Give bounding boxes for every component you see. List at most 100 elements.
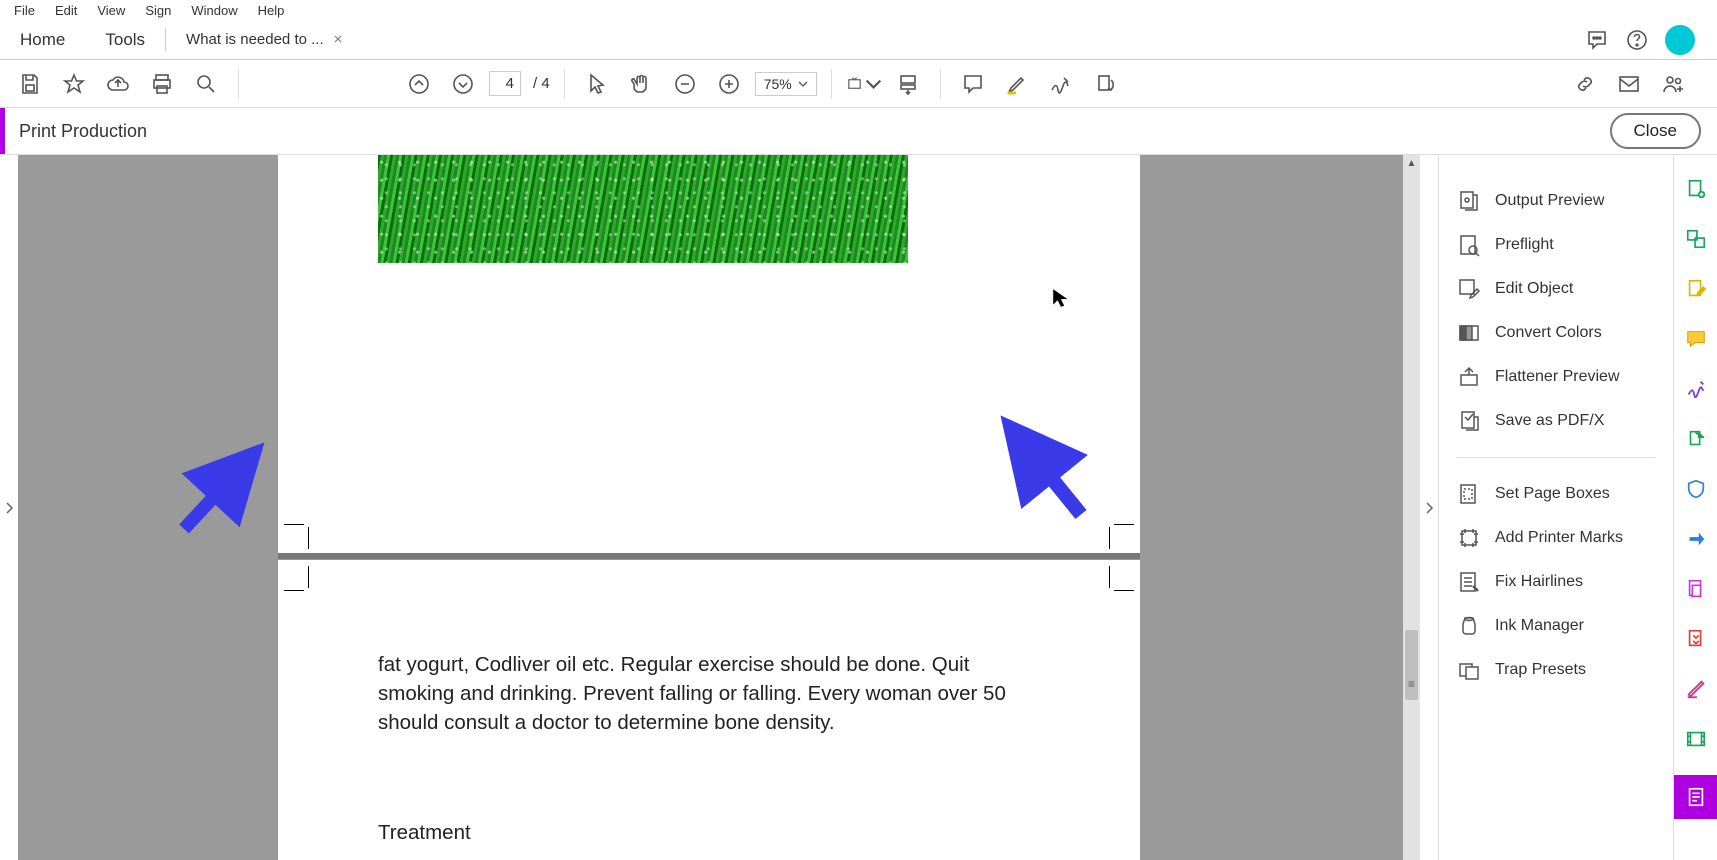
doc-paragraph-2: Different types of drugs are used in thi… bbox=[378, 856, 1030, 860]
panel-item-output-preview[interactable]: Output Preview bbox=[1439, 179, 1673, 223]
panel-item-convert-colors[interactable]: Convert Colors bbox=[1439, 311, 1673, 355]
menu-view[interactable]: View bbox=[89, 1, 133, 20]
vstrip-organize-icon[interactable] bbox=[1682, 575, 1710, 603]
vstrip-edit-pdf-icon[interactable] bbox=[1682, 275, 1710, 303]
notifications-icon[interactable] bbox=[1585, 28, 1609, 52]
sign-icon[interactable] bbox=[1043, 66, 1079, 102]
vstrip-create-pdf-icon[interactable] bbox=[1682, 175, 1710, 203]
user-avatar[interactable] bbox=[1665, 25, 1695, 55]
zoom-out-icon[interactable] bbox=[667, 66, 703, 102]
panel-item-fix-hairlines[interactable]: Fix Hairlines bbox=[1439, 560, 1673, 604]
link-icon[interactable] bbox=[1567, 66, 1603, 102]
panel-item-trap-presets[interactable]: Trap Presets bbox=[1439, 648, 1673, 692]
page-gap bbox=[278, 553, 1140, 559]
right-pane-toggle[interactable] bbox=[1420, 155, 1438, 860]
panel-label: Preflight bbox=[1495, 236, 1554, 254]
scroll-options-icon[interactable]: ≡ bbox=[1403, 675, 1420, 692]
crop-mark bbox=[284, 590, 304, 591]
vstrip-compress-icon[interactable] bbox=[1682, 625, 1710, 653]
tab-tools[interactable]: Tools bbox=[85, 20, 165, 59]
main: fat yogurt, Codliver oil etc. Regular ex… bbox=[0, 155, 1717, 860]
tab-close-icon[interactable]: × bbox=[334, 31, 343, 48]
tab-document-label: What is needed to ... bbox=[186, 31, 324, 48]
crop-mark bbox=[308, 566, 309, 588]
vstrip-export-icon[interactable] bbox=[1682, 425, 1710, 453]
panel-label: Convert Colors bbox=[1495, 324, 1602, 342]
selection-arrow-icon[interactable] bbox=[579, 66, 615, 102]
share-people-icon[interactable] bbox=[1655, 66, 1691, 102]
panel-label: Trap Presets bbox=[1495, 661, 1586, 679]
close-button[interactable]: Close bbox=[1610, 113, 1701, 149]
panel-label: Fix Hairlines bbox=[1495, 573, 1583, 591]
print-icon[interactable] bbox=[144, 66, 180, 102]
vstrip-protect-icon[interactable] bbox=[1682, 475, 1710, 503]
page-up-icon[interactable] bbox=[401, 66, 437, 102]
menu-window[interactable]: Window bbox=[183, 1, 245, 20]
panel-item-ink-manager[interactable]: Ink Manager bbox=[1439, 604, 1673, 648]
page-total-label: / 4 bbox=[529, 75, 550, 92]
menu-file[interactable]: File bbox=[6, 1, 43, 20]
panel-item-preflight[interactable]: Preflight bbox=[1439, 223, 1673, 267]
panel-label: Add Printer Marks bbox=[1495, 529, 1623, 547]
vstrip-comment-icon[interactable] bbox=[1682, 325, 1710, 353]
panel-label: Flattener Preview bbox=[1495, 368, 1620, 386]
panel-item-set-page-boxes[interactable]: Set Page Boxes bbox=[1439, 472, 1673, 516]
vstrip-sign-icon[interactable] bbox=[1682, 375, 1710, 403]
left-pane-toggle[interactable] bbox=[0, 155, 18, 860]
zoom-dropdown[interactable]: 75% bbox=[755, 72, 817, 96]
vstrip-print-production-icon[interactable] bbox=[1674, 775, 1717, 819]
crop-mark bbox=[284, 524, 304, 525]
document-page-4: fat yogurt, Codliver oil etc. Regular ex… bbox=[278, 560, 1140, 860]
document-viewport[interactable]: fat yogurt, Codliver oil etc. Regular ex… bbox=[18, 155, 1420, 860]
doc-paragraph-1: fat yogurt, Codliver oil etc. Regular ex… bbox=[378, 650, 1030, 737]
panel-item-edit-object[interactable]: Edit Object bbox=[1439, 267, 1673, 311]
hand-pan-icon[interactable] bbox=[623, 66, 659, 102]
doc-heading-treatment: Treatment bbox=[378, 818, 1030, 847]
subheader-title: Print Production bbox=[19, 121, 147, 142]
zoom-value: 75% bbox=[764, 76, 792, 92]
help-icon[interactable] bbox=[1625, 28, 1649, 52]
subheader: Print Production Close bbox=[0, 108, 1717, 155]
panel-label: Set Page Boxes bbox=[1495, 485, 1610, 503]
annotation-arrow-right bbox=[993, 410, 1103, 520]
comment-icon[interactable] bbox=[955, 66, 991, 102]
scroll-mode-icon[interactable] bbox=[890, 66, 926, 102]
cloud-upload-icon[interactable] bbox=[100, 66, 136, 102]
tabs-row: Home Tools What is needed to ... × bbox=[0, 20, 1717, 60]
panel-label: Ink Manager bbox=[1495, 617, 1584, 635]
menubar: File Edit View Sign Window Help bbox=[0, 0, 1717, 20]
crop-mark bbox=[1109, 527, 1110, 549]
page-down-icon[interactable] bbox=[445, 66, 481, 102]
toolbar: / 4 75% bbox=[0, 60, 1717, 108]
save-icon[interactable] bbox=[12, 66, 48, 102]
scroll-up-icon[interactable]: ▲ bbox=[1403, 155, 1420, 172]
vertical-scrollbar[interactable]: ▲ ≡ bbox=[1403, 155, 1420, 860]
tab-document[interactable]: What is needed to ... × bbox=[166, 20, 362, 59]
rotate-page-icon[interactable] bbox=[1087, 66, 1123, 102]
highlight-icon[interactable] bbox=[999, 66, 1035, 102]
fit-width-icon[interactable] bbox=[846, 66, 882, 102]
page-number-input[interactable] bbox=[489, 71, 521, 96]
panel-item-add-printer-marks[interactable]: Add Printer Marks bbox=[1439, 516, 1673, 560]
mouse-cursor bbox=[1051, 287, 1073, 309]
menu-sign[interactable]: Sign bbox=[137, 1, 179, 20]
zoom-in-icon[interactable] bbox=[711, 66, 747, 102]
find-icon[interactable] bbox=[188, 66, 224, 102]
tab-home[interactable]: Home bbox=[0, 20, 85, 59]
right-tool-strip bbox=[1673, 155, 1717, 860]
vstrip-combine-icon[interactable] bbox=[1682, 225, 1710, 253]
vstrip-share-icon[interactable] bbox=[1682, 525, 1710, 553]
vstrip-media-icon[interactable] bbox=[1682, 725, 1710, 753]
menu-help[interactable]: Help bbox=[250, 1, 293, 20]
crop-mark bbox=[1109, 566, 1110, 588]
grass-image bbox=[378, 155, 908, 263]
crop-mark bbox=[1114, 524, 1134, 525]
vstrip-redact-icon[interactable] bbox=[1682, 675, 1710, 703]
menu-edit[interactable]: Edit bbox=[47, 1, 85, 20]
email-icon[interactable] bbox=[1611, 66, 1647, 102]
panel-item-save-pdfx[interactable]: Save as PDF/X bbox=[1439, 399, 1673, 443]
panel-item-flattener-preview[interactable]: Flattener Preview bbox=[1439, 355, 1673, 399]
panel-label: Output Preview bbox=[1495, 192, 1604, 210]
star-icon[interactable] bbox=[56, 66, 92, 102]
crop-mark bbox=[308, 527, 309, 549]
